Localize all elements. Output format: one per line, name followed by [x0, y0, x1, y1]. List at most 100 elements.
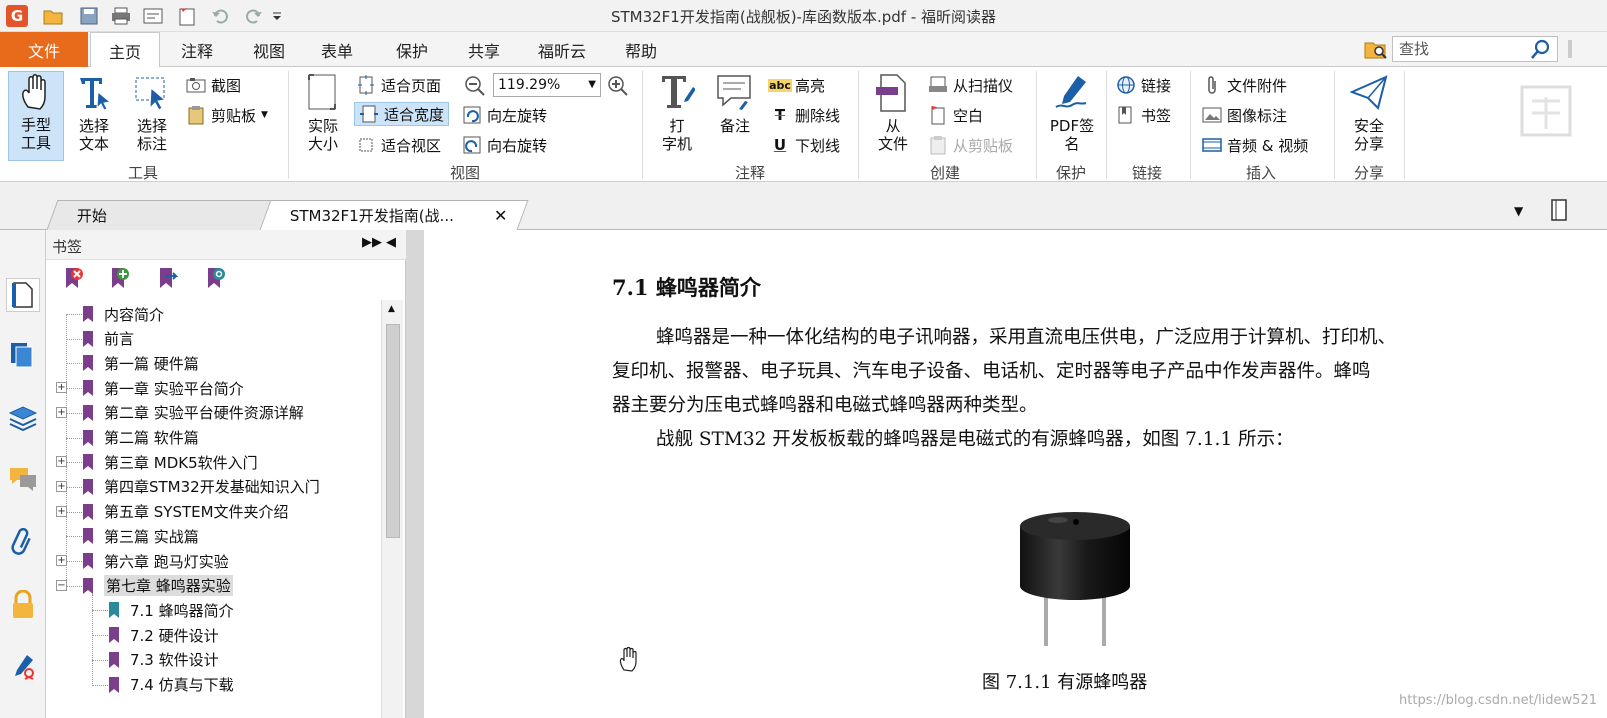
bookmark-item[interactable]: 第三篇 实战篇: [82, 524, 199, 548]
strikeout-button[interactable]: T 删除线: [770, 103, 840, 127]
fit-page-button[interactable]: 适合页面: [356, 73, 441, 97]
paperclip-icon: [1202, 75, 1222, 95]
group-label-share: 分享: [1353, 164, 1384, 182]
bookmark-item[interactable]: 7.1 蜂鸣器简介: [108, 598, 234, 622]
actual-size-button[interactable]: 实际 大小: [298, 73, 348, 153]
tree-connector: [66, 437, 82, 439]
bookmark-item[interactable]: 第一章 实验平台简介: [82, 376, 244, 400]
fit-view-button[interactable]: 适合视区: [356, 133, 441, 157]
tab-list-dropdown-icon[interactable]: ▼: [1514, 204, 1523, 218]
tab-foxit-cloud[interactable]: 福昕云: [528, 32, 596, 67]
tree-connector: [66, 486, 82, 488]
search-folder-icon[interactable]: [1364, 38, 1388, 60]
fit-width-button[interactable]: 适合宽度: [354, 102, 450, 126]
rotate-right-button[interactable]: 向右旋转: [462, 133, 547, 157]
window-title: STM32F1开发指南(战舰板)-库函数版本.pdf - 福昕阅读器: [610, 8, 997, 26]
tab-view[interactable]: 视图: [240, 32, 298, 67]
bookmark-flag-icon: [83, 404, 93, 421]
delete-bookmark-icon[interactable]: [62, 266, 86, 290]
bookmark-button[interactable]: 书签: [1116, 103, 1171, 127]
attachments-icon[interactable]: [6, 526, 40, 560]
tab-protect[interactable]: 保护: [383, 32, 441, 67]
section-heading: 7.1 蜂鸣器简介: [612, 275, 761, 300]
lock-icon[interactable]: [6, 588, 40, 622]
bookmark-item[interactable]: 第七章 蜂鸣器实验: [82, 574, 233, 598]
highlight-button[interactable]: abc 高亮: [768, 73, 825, 97]
from-file-button[interactable]: 从 文件: [868, 73, 918, 153]
tab-share[interactable]: 共享: [455, 32, 513, 67]
zoom-in-icon[interactable]: [607, 75, 629, 97]
from-scanner-button[interactable]: 从扫描仪: [928, 73, 1013, 97]
tab-comment[interactable]: 注释: [168, 32, 226, 67]
tab-start[interactable]: 开始: [46, 200, 278, 230]
ribbon-overflow-icon[interactable]: [1566, 38, 1576, 60]
pages-thumbnail-icon[interactable]: [6, 338, 40, 372]
bookmark-item[interactable]: 前言: [82, 327, 134, 351]
select-annotation-button[interactable]: 选择 标注: [126, 73, 178, 153]
text-cursor-icon: [74, 73, 114, 113]
tab-form[interactable]: 表单: [308, 32, 366, 67]
bookmark-item[interactable]: 第五章 SYSTEM文件夹介绍: [82, 500, 289, 524]
tab-stm32-guide[interactable]: STM32F1开发指南(战...: [259, 200, 529, 230]
from-clipboard-button[interactable]: 从剪贴板: [928, 133, 1013, 157]
document-view[interactable]: 7.1 蜂鸣器简介 蜂鸣器是一种一体化结构的电子讯响器，采用直流电压供电，广泛应…: [406, 230, 1607, 718]
bookmark-item[interactable]: 7.4 仿真与下载: [108, 673, 234, 697]
bookmark-item[interactable]: 7.2 硬件设计: [108, 623, 219, 647]
link-button[interactable]: 链接: [1116, 73, 1171, 97]
bookmark-item[interactable]: 第一篇 硬件篇: [82, 351, 199, 375]
screenshot-button[interactable]: 截图: [186, 73, 241, 97]
bookmark-item[interactable]: 第二篇 软件篇: [82, 426, 199, 450]
audio-video-button[interactable]: 音频 & 视频: [1202, 133, 1308, 157]
bookmark-item[interactable]: 第四章STM32开发基础知识入门: [82, 475, 320, 499]
bookmark-item[interactable]: 内容简介: [82, 302, 164, 326]
menu-file[interactable]: 文件: [0, 32, 88, 67]
secure-share-button[interactable]: 安全 分享: [1342, 73, 1396, 153]
bookmark-flag-icon: [109, 676, 119, 693]
zoom-level-input[interactable]: 119.29% ▼: [493, 73, 601, 97]
bookmark-scrollbar[interactable]: ▲: [381, 300, 403, 718]
scrollbar-thumb[interactable]: [386, 324, 400, 538]
blank-button[interactable]: 空白: [928, 103, 983, 127]
underline-icon: U: [773, 136, 787, 154]
tree-connector: [66, 338, 82, 340]
page-panel-icon[interactable]: [6, 278, 40, 312]
typewriter-icon: [657, 73, 697, 113]
select-text-button[interactable]: 选择 文本: [70, 73, 118, 153]
bookmark-label: 7.3 软件设计: [130, 651, 219, 670]
scroll-up-icon[interactable]: ▲: [388, 304, 395, 314]
signature-panel-icon[interactable]: [6, 650, 40, 684]
bookmark-flag-icon: [109, 651, 119, 668]
tree-connector: [92, 684, 108, 686]
search-icon[interactable]: [1530, 38, 1552, 60]
panel-toggle-icon[interactable]: [1546, 196, 1570, 224]
pdf-sign-button[interactable]: PDF签 名: [1044, 73, 1100, 153]
bookmark-item[interactable]: 7.3 软件设计: [108, 648, 219, 672]
zoom-dropdown-icon[interactable]: ▼: [588, 74, 596, 96]
tab-home[interactable]: 主页: [90, 32, 160, 68]
clipboard-button[interactable]: 剪贴板 ▼: [186, 103, 268, 127]
close-tab-icon[interactable]: ✕: [494, 208, 510, 224]
zoom-out-icon[interactable]: [464, 75, 486, 97]
comments-icon[interactable]: [6, 462, 40, 496]
add-bookmark-icon[interactable]: [108, 266, 132, 290]
search-bookmark-icon[interactable]: [204, 266, 228, 290]
expand-panel-icon[interactable]: ▶▶: [362, 235, 382, 250]
typewriter-button[interactable]: 打 字机: [652, 73, 702, 153]
tab-help[interactable]: 帮助: [612, 32, 670, 67]
move-bookmark-icon[interactable]: [156, 266, 180, 290]
file-attachment-button[interactable]: 文件附件: [1202, 73, 1287, 97]
note-button[interactable]: 备注: [710, 73, 760, 135]
rotate-left-button[interactable]: 向左旋转: [462, 103, 547, 127]
collapse-panel-icon[interactable]: ◀: [386, 235, 396, 250]
left-nav-strip: [0, 230, 46, 718]
bookmark-item[interactable]: 第二章 实验平台硬件资源详解: [82, 401, 304, 425]
layers-icon[interactable]: [6, 400, 40, 434]
bookmark-label: 第三篇 实战篇: [104, 527, 199, 546]
group-separator: [1106, 71, 1107, 179]
image-annotation-button[interactable]: 图像标注: [1202, 103, 1287, 127]
underline-button[interactable]: U 下划线: [770, 133, 840, 157]
bookmark-item[interactable]: 第六章 跑马灯实验: [82, 549, 229, 573]
bookmark-item[interactable]: 第三章 MDK5软件入门: [82, 450, 258, 474]
paragraph-line: 蜂鸣器是一种一体化结构的电子讯响器，采用直流电压供电，广泛应用于计算机、打印机、: [656, 327, 1397, 348]
hand-tool-button[interactable]: 手型 工具: [8, 71, 64, 161]
